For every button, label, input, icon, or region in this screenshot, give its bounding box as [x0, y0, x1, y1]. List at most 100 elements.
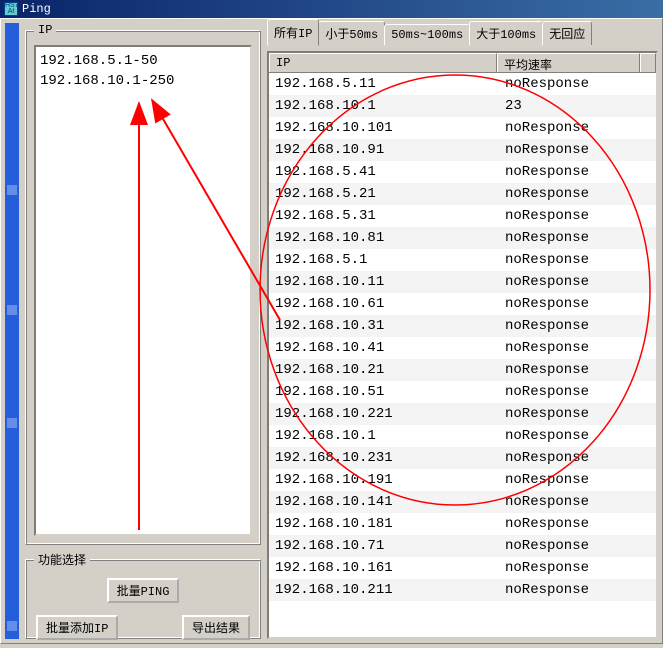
table-row[interactable]: 192.168.10.71noResponse	[269, 535, 656, 557]
cell-rate: 23	[499, 95, 656, 117]
cell-ip: 192.168.5.21	[269, 183, 499, 205]
right-column: 所有IP小于50ms50ms~100ms大于100ms无回应 IP 平均速率 1…	[267, 23, 658, 639]
cell-rate: noResponse	[499, 425, 656, 447]
window-title: Ping	[22, 0, 51, 18]
cell-ip: 192.168.10.141	[269, 491, 499, 513]
cell-ip: 192.168.10.31	[269, 315, 499, 337]
cell-rate: noResponse	[499, 579, 656, 601]
cell-ip: 192.168.10.1	[269, 95, 499, 117]
cell-ip: 192.168.10.161	[269, 557, 499, 579]
cell-ip: 192.168.10.81	[269, 227, 499, 249]
cell-rate: noResponse	[499, 183, 656, 205]
tab-3[interactable]: 大于100ms	[469, 21, 543, 45]
cell-rate: noResponse	[499, 535, 656, 557]
cell-ip: 192.168.10.61	[269, 293, 499, 315]
cell-ip: 192.168.5.11	[269, 73, 499, 95]
desk-icon	[7, 418, 17, 428]
desktop-strip	[5, 23, 19, 639]
cell-ip: 192.168.10.91	[269, 139, 499, 161]
table-row[interactable]: 192.168.10.211noResponse	[269, 579, 656, 601]
cell-ip: 192.168.10.231	[269, 447, 499, 469]
cell-ip: 192.168.10.11	[269, 271, 499, 293]
app-icon: HS7At	[4, 2, 18, 16]
cell-rate: noResponse	[499, 447, 656, 469]
cell-rate: noResponse	[499, 73, 656, 95]
ip-legend: IP	[34, 23, 56, 37]
cell-ip: 192.168.10.221	[269, 403, 499, 425]
cell-ip: 192.168.5.41	[269, 161, 499, 183]
ip-ranges-input[interactable]: 192.168.5.1-50 192.168.10.1-250	[34, 45, 252, 536]
table-row[interactable]: 192.168.10.221noResponse	[269, 403, 656, 425]
table-row[interactable]: 192.168.5.41noResponse	[269, 161, 656, 183]
cell-rate: noResponse	[499, 469, 656, 491]
batch-add-ip-button[interactable]: 批量添加IP	[36, 615, 118, 640]
export-result-button[interactable]: 导出结果	[182, 615, 250, 640]
desk-icon	[7, 305, 17, 315]
cell-ip: 192.168.10.211	[269, 579, 499, 601]
table-row[interactable]: 192.168.5.11noResponse	[269, 73, 656, 95]
cell-rate: noResponse	[499, 337, 656, 359]
cell-rate: noResponse	[499, 227, 656, 249]
content-area: IP 192.168.5.1-50 192.168.10.1-250 功能选择 …	[0, 18, 663, 644]
table-row[interactable]: 192.168.10.31noResponse	[269, 315, 656, 337]
results-table: IP 平均速率 192.168.5.11noResponse192.168.10…	[267, 51, 658, 639]
cell-rate: noResponse	[499, 359, 656, 381]
cell-rate: noResponse	[499, 249, 656, 271]
func-legend: 功能选择	[34, 551, 90, 568]
cell-ip: 192.168.10.191	[269, 469, 499, 491]
table-row[interactable]: 192.168.10.91noResponse	[269, 139, 656, 161]
table-row[interactable]: 192.168.10.161noResponse	[269, 557, 656, 579]
cell-ip: 192.168.10.71	[269, 535, 499, 557]
table-row[interactable]: 192.168.10.61noResponse	[269, 293, 656, 315]
cell-ip: 192.168.10.21	[269, 359, 499, 381]
tab-2[interactable]: 50ms~100ms	[384, 24, 470, 45]
cell-rate: noResponse	[499, 381, 656, 403]
cell-rate: noResponse	[499, 205, 656, 227]
tab-1[interactable]: 小于50ms	[318, 21, 385, 45]
cell-rate: noResponse	[499, 403, 656, 425]
table-row[interactable]: 192.168.10.41noResponse	[269, 337, 656, 359]
table-row[interactable]: 192.168.10.191noResponse	[269, 469, 656, 491]
table-row[interactable]: 192.168.10.181noResponse	[269, 513, 656, 535]
desk-icon	[7, 621, 17, 631]
cell-ip: 192.168.5.31	[269, 205, 499, 227]
col-rate-header[interactable]: 平均速率	[497, 53, 640, 72]
cell-rate: noResponse	[499, 315, 656, 337]
cell-rate: noResponse	[499, 161, 656, 183]
batch-ping-button[interactable]: 批量PING	[107, 578, 180, 603]
table-row[interactable]: 192.168.5.1noResponse	[269, 249, 656, 271]
cell-rate: noResponse	[499, 557, 656, 579]
cell-ip: 192.168.10.101	[269, 117, 499, 139]
table-row[interactable]: 192.168.10.11noResponse	[269, 271, 656, 293]
table-row[interactable]: 192.168.10.231noResponse	[269, 447, 656, 469]
table-row[interactable]: 192.168.10.1noResponse	[269, 425, 656, 447]
cell-rate: noResponse	[499, 139, 656, 161]
tabs-bar: 所有IP小于50ms50ms~100ms大于100ms无回应	[267, 23, 658, 45]
cell-ip: 192.168.5.1	[269, 249, 499, 271]
tab-0[interactable]: 所有IP	[267, 19, 319, 46]
func-fieldset: 功能选择 批量PING 批量添加IP 导出结果	[25, 551, 261, 639]
cell-ip: 192.168.10.51	[269, 381, 499, 403]
cell-rate: noResponse	[499, 293, 656, 315]
table-row[interactable]: 192.168.5.31noResponse	[269, 205, 656, 227]
cell-rate: noResponse	[499, 271, 656, 293]
table-row[interactable]: 192.168.10.21noResponse	[269, 359, 656, 381]
ip-fieldset: IP 192.168.5.1-50 192.168.10.1-250	[25, 23, 261, 545]
table-row[interactable]: 192.168.10.123	[269, 95, 656, 117]
tab-4[interactable]: 无回应	[542, 21, 592, 45]
cell-ip: 192.168.10.41	[269, 337, 499, 359]
cell-rate: noResponse	[499, 117, 656, 139]
titlebar: HS7At Ping	[0, 0, 663, 18]
table-row[interactable]: 192.168.10.51noResponse	[269, 381, 656, 403]
table-row[interactable]: 192.168.10.81noResponse	[269, 227, 656, 249]
table-body[interactable]: 192.168.5.11noResponse192.168.10.123192.…	[269, 73, 656, 637]
col-ip-header[interactable]: IP	[269, 53, 497, 72]
table-row[interactable]: 192.168.10.141noResponse	[269, 491, 656, 513]
desk-icon	[7, 185, 17, 195]
table-row[interactable]: 192.168.5.21noResponse	[269, 183, 656, 205]
table-row[interactable]: 192.168.10.101noResponse	[269, 117, 656, 139]
cell-rate: noResponse	[499, 513, 656, 535]
table-header: IP 平均速率	[269, 53, 656, 73]
cell-ip: 192.168.10.181	[269, 513, 499, 535]
col-spacer	[640, 53, 656, 72]
